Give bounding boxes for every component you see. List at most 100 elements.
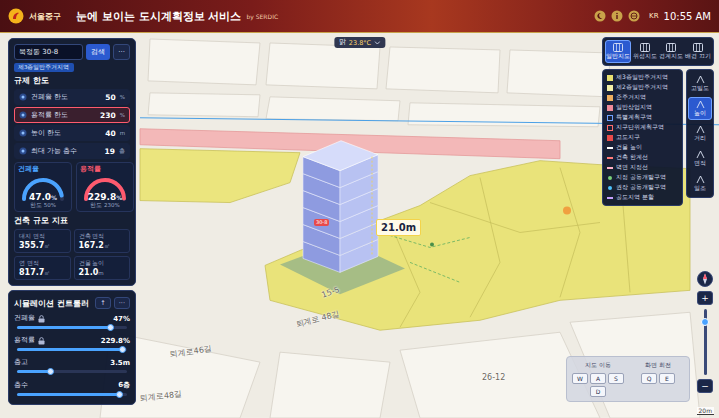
legend-item[interactable]: 일반상업지역 — [607, 103, 678, 112]
building-badge[interactable]: 30-8 — [314, 219, 329, 226]
legend-swatch — [607, 75, 613, 81]
search-input[interactable]: 묵정동 30-8 — [14, 44, 83, 60]
legend-label: 건축 한계선 — [616, 153, 648, 162]
key[interactable]: E — [659, 373, 675, 384]
zoom-thumb[interactable] — [701, 318, 709, 326]
slider-track[interactable] — [17, 348, 127, 351]
height-tooltip: 21.0m — [376, 219, 421, 236]
legend-item[interactable]: 제3종일반주거지역 — [607, 73, 678, 82]
metric-unit: ㎡ — [104, 243, 110, 249]
legend-item[interactable]: 특별계획구역 — [607, 113, 678, 122]
keypad-title: 지도 이동 — [585, 361, 611, 370]
legend-label: 공도지역 분할 — [616, 193, 654, 202]
map-mode-button[interactable]: 위성지도 — [632, 40, 658, 63]
key[interactable]: A — [590, 373, 606, 384]
legend-swatch — [607, 147, 613, 149]
limit-value: 19 — [105, 147, 115, 156]
metric-label: 대지 면적 — [19, 232, 66, 241]
limit-value: 50 — [105, 93, 115, 102]
legend-item[interactable]: 건축 한계선 — [607, 153, 678, 162]
metric-number: 21.0 — [79, 268, 99, 277]
legend-swatch — [608, 176, 612, 180]
map-mode-button[interactable]: 배경 끄기 — [685, 40, 711, 63]
globe-icon[interactable] — [628, 10, 640, 22]
key[interactable]: S — [608, 373, 624, 384]
key[interactable]: W — [572, 373, 588, 384]
tool-button[interactable]: 면적 — [688, 147, 712, 170]
limit-row[interactable]: 최대 가능 층수19층 — [14, 143, 130, 159]
legend-item[interactable]: 준주거지역 — [607, 93, 678, 102]
tool-button[interactable]: 고밀도 — [688, 72, 712, 95]
slider-thumb[interactable] — [107, 324, 114, 331]
legend: 제3종일반주거지역제2종일반주거지역준주거지역일반상업지역특별계획구역지구단위계… — [602, 69, 683, 206]
more-button[interactable]: ··· — [113, 44, 130, 60]
compass-icon[interactable] — [697, 271, 713, 287]
info-icon[interactable] — [611, 10, 623, 22]
chevron-down-icon — [374, 41, 380, 45]
legend-swatch — [607, 85, 613, 91]
key[interactable]: Q — [641, 373, 657, 384]
map-mode-button[interactable]: 경계지도 — [659, 40, 685, 63]
tool-icon — [696, 175, 705, 184]
legend-item[interactable]: 지정 공동개발구역 — [607, 173, 678, 182]
slider-fill — [17, 326, 111, 329]
legend-item[interactable]: 제2종일반주거지역 — [607, 83, 678, 92]
limit-value: 40 — [105, 129, 115, 138]
metric-value: 21.0m — [79, 268, 126, 277]
language-toggle[interactable]: KR — [649, 12, 658, 20]
metric-label: 건물 높이 — [79, 259, 126, 268]
zoom-slider[interactable] — [704, 309, 707, 375]
limit-unit: 층 — [119, 148, 125, 155]
slider-thumb[interactable] — [119, 346, 126, 353]
weather-condition: 맑 — [339, 38, 346, 47]
slider-track[interactable] — [17, 393, 127, 396]
building-3d[interactable] — [303, 141, 378, 273]
search-button[interactable]: 검색 — [86, 44, 110, 60]
map-mode-bar: 일반지도위성지도경계지도배경 끄기 — [602, 37, 714, 66]
lock-icon[interactable] — [38, 315, 45, 323]
legend-item[interactable]: 고도지구 — [607, 133, 678, 142]
simulation-panel: 시뮬레이션 컨트롤러↑···건폐율47%용적률229.8%층고3.5m층수6층 — [8, 290, 136, 405]
limit-row[interactable]: 건폐율 한도50% — [14, 89, 130, 105]
slider-thumb[interactable] — [47, 368, 54, 375]
zoom-out-button[interactable]: − — [697, 379, 713, 393]
gauge-unit: % — [51, 194, 57, 201]
legend-item[interactable]: 권장 공동개발구역 — [607, 183, 678, 192]
slider-header: 층고3.5m — [14, 358, 130, 367]
gauge-limit: 한도 230% — [90, 202, 119, 209]
map-mode-icon — [640, 43, 650, 52]
slider-track[interactable] — [17, 326, 127, 329]
tool-button[interactable]: 높이 — [688, 97, 712, 120]
metric-number: 355.7 — [19, 241, 44, 250]
limit-row[interactable]: 높이 한도40m — [14, 125, 130, 141]
tool-icon — [696, 125, 705, 134]
slider-row: 용적률229.8% — [14, 335, 130, 354]
legend-label: 고도지구 — [616, 133, 640, 142]
simulation-button[interactable]: ··· — [114, 297, 130, 309]
slider-row: 건폐율47% — [14, 313, 130, 332]
tool-button[interactable]: 일조 — [688, 172, 712, 195]
metric-cell: 대지 면적355.7㎡ — [14, 229, 71, 253]
legend-item[interactable]: 건물 높이 — [607, 143, 678, 152]
weather-chip[interactable]: 맑23.8°C — [334, 37, 385, 48]
slider-value: 6층 — [118, 380, 130, 390]
metric-unit: ㎡ — [44, 243, 50, 249]
metric-cell: 건축 면적167.2㎡ — [74, 229, 131, 253]
moon-icon[interactable] — [594, 10, 606, 22]
lock-icon[interactable] — [38, 337, 45, 345]
map-view[interactable]: 퇴계로46길퇴계로 48길퇴계로48길26-1215-530-821.0m맑23… — [0, 33, 719, 418]
legend-item[interactable]: 벽면 지정선 — [607, 163, 678, 172]
zoom-in-button[interactable]: + — [697, 291, 713, 305]
limit-row[interactable]: 용적률 한도230% — [14, 107, 130, 123]
legend-item[interactable]: 지구단위계획구역 — [607, 123, 678, 132]
tool-button[interactable]: 거리 — [688, 122, 712, 145]
slider-track[interactable] — [17, 370, 127, 373]
key[interactable]: D — [590, 386, 606, 397]
legend-item[interactable]: 공도지역 분할 — [607, 193, 678, 202]
slider-thumb[interactable] — [116, 391, 123, 398]
legend-swatch — [607, 115, 613, 121]
map-mode-button[interactable]: 일반지도 — [605, 40, 631, 63]
legend-swatch — [608, 186, 612, 190]
simulation-button[interactable]: ↑ — [95, 297, 110, 309]
tool-icon — [696, 100, 705, 109]
